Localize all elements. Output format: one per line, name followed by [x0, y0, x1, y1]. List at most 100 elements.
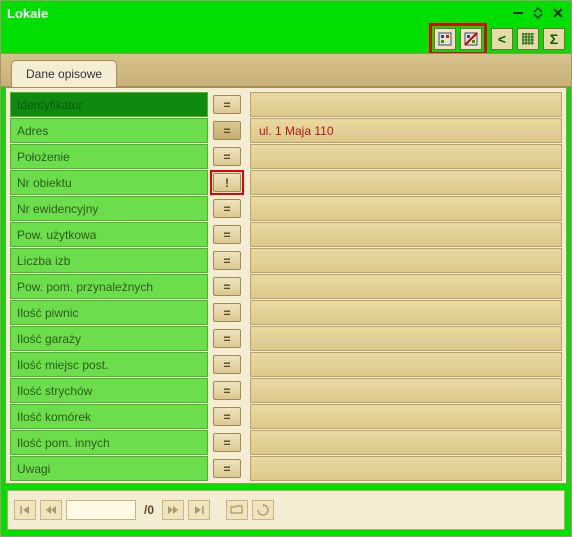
operator-cell: !: [208, 170, 246, 195]
field-label[interactable]: Nr obiektu: [10, 170, 208, 195]
content-panel: Identyfikator=Adres=ul. 1 Maja 110Położe…: [5, 87, 567, 484]
pager-first-button[interactable]: [14, 500, 36, 520]
operator-cell: =: [208, 222, 246, 247]
folder-open-icon: [230, 504, 244, 516]
maximize-button[interactable]: [531, 6, 545, 20]
chevron-left-icon: <: [498, 31, 506, 47]
field-row: Ilość garaży =: [10, 326, 562, 351]
operator-button[interactable]: =: [213, 433, 241, 452]
field-value[interactable]: [250, 300, 562, 325]
operator-button[interactable]: =: [213, 199, 241, 218]
field-row: Ilość miejsc post. =: [10, 352, 562, 377]
field-row: Pow. pom. przynależnych =: [10, 274, 562, 299]
grid-icon: [521, 32, 535, 46]
toolbar-btn-prev[interactable]: <: [491, 28, 513, 50]
operator-cell: =: [208, 404, 246, 429]
minimize-button[interactable]: [511, 6, 525, 20]
filter-clear-button[interactable]: [460, 28, 482, 50]
field-row: Nr ewidencyjny =: [10, 196, 562, 221]
field-label[interactable]: Pow. pom. przynależnych: [10, 274, 208, 299]
toolbar-btn-grid[interactable]: [517, 28, 539, 50]
pager-last-button[interactable]: [188, 500, 210, 520]
field-row: Ilość pom. innych =: [10, 430, 562, 455]
operator-cell: =: [208, 274, 246, 299]
operator-button[interactable]: =: [213, 459, 241, 478]
pager-next-button[interactable]: [162, 500, 184, 520]
tab-dane-opisowe[interactable]: Dane opisowe: [11, 60, 117, 87]
field-value[interactable]: [250, 430, 562, 455]
operator-button[interactable]: =: [213, 381, 241, 400]
operator-cell: =: [208, 248, 246, 273]
next-icon: [167, 505, 179, 515]
field-label[interactable]: Adres: [10, 118, 208, 143]
field-value[interactable]: [250, 352, 562, 377]
operator-button[interactable]: =: [213, 225, 241, 244]
field-label[interactable]: Liczba izb: [10, 248, 208, 273]
field-row: Identyfikator =: [10, 92, 562, 117]
operator-button[interactable]: !: [213, 173, 241, 192]
operator-cell: =: [208, 378, 246, 403]
operator-button[interactable]: =: [213, 147, 241, 166]
pager-refresh-button[interactable]: [252, 500, 274, 520]
field-value[interactable]: [250, 274, 562, 299]
field-value[interactable]: [250, 170, 562, 195]
close-button[interactable]: [551, 6, 565, 20]
titlebar: Lokale: [1, 1, 571, 25]
operator-cell: =: [208, 326, 246, 351]
field-row: Położenie =: [10, 144, 562, 169]
pager-prev-button[interactable]: [40, 500, 62, 520]
field-row: Liczba izb =: [10, 248, 562, 273]
operator-button[interactable]: =: [213, 407, 241, 426]
field-value[interactable]: [250, 92, 562, 117]
field-label[interactable]: Identyfikator: [10, 92, 208, 117]
field-value[interactable]: [250, 196, 562, 221]
field-row: Ilość piwnic =: [10, 300, 562, 325]
refresh-icon: [257, 504, 269, 516]
field-label[interactable]: Ilość garaży: [10, 326, 208, 351]
operator-cell: =: [208, 144, 246, 169]
field-value[interactable]: ul. 1 Maja 110: [250, 118, 562, 143]
operator-button[interactable]: =: [213, 303, 241, 322]
operator-button[interactable]: =: [213, 355, 241, 374]
sigma-icon: Σ: [550, 31, 558, 47]
field-label[interactable]: Ilość piwnic: [10, 300, 208, 325]
filter-icon: [437, 31, 453, 47]
field-row: Uwagi =: [10, 456, 562, 481]
field-label[interactable]: Ilość komórek: [10, 404, 208, 429]
filter-apply-button[interactable]: [434, 28, 456, 50]
pager: /0: [7, 490, 565, 530]
field-value[interactable]: [250, 378, 562, 403]
operator-cell: =: [208, 352, 246, 377]
toolbar: < Σ: [1, 25, 571, 53]
pager-page-input[interactable]: [66, 500, 136, 520]
field-row: Nr obiektu!: [10, 170, 562, 195]
highlighted-filter-buttons: [429, 23, 487, 55]
operator-highlight: !: [210, 170, 244, 195]
field-label[interactable]: Pow. użytkowa: [10, 222, 208, 247]
operator-cell: =: [208, 430, 246, 455]
field-value[interactable]: [250, 144, 562, 169]
operator-button[interactable]: =: [213, 277, 241, 296]
field-value[interactable]: [250, 326, 562, 351]
field-value[interactable]: [250, 456, 562, 481]
pager-open-button[interactable]: [226, 500, 248, 520]
field-label[interactable]: Ilość strychów: [10, 378, 208, 403]
window-title: Lokale: [7, 6, 511, 21]
operator-button[interactable]: =: [213, 95, 241, 114]
field-label[interactable]: Położenie: [10, 144, 208, 169]
operator-button[interactable]: =: [213, 121, 241, 140]
toolbar-btn-sum[interactable]: Σ: [543, 28, 565, 50]
operator-button[interactable]: =: [213, 329, 241, 348]
pager-total: /0: [144, 503, 154, 517]
field-label[interactable]: Nr ewidencyjny: [10, 196, 208, 221]
field-label[interactable]: Ilość pom. innych: [10, 430, 208, 455]
tab-strip: Dane opisowe: [1, 53, 571, 87]
operator-cell: =: [208, 300, 246, 325]
operator-button[interactable]: =: [213, 251, 241, 270]
field-row: Pow. użytkowa =: [10, 222, 562, 247]
field-value[interactable]: [250, 248, 562, 273]
field-value[interactable]: [250, 404, 562, 429]
field-value[interactable]: [250, 222, 562, 247]
field-label[interactable]: Ilość miejsc post.: [10, 352, 208, 377]
field-label[interactable]: Uwagi: [10, 456, 208, 481]
